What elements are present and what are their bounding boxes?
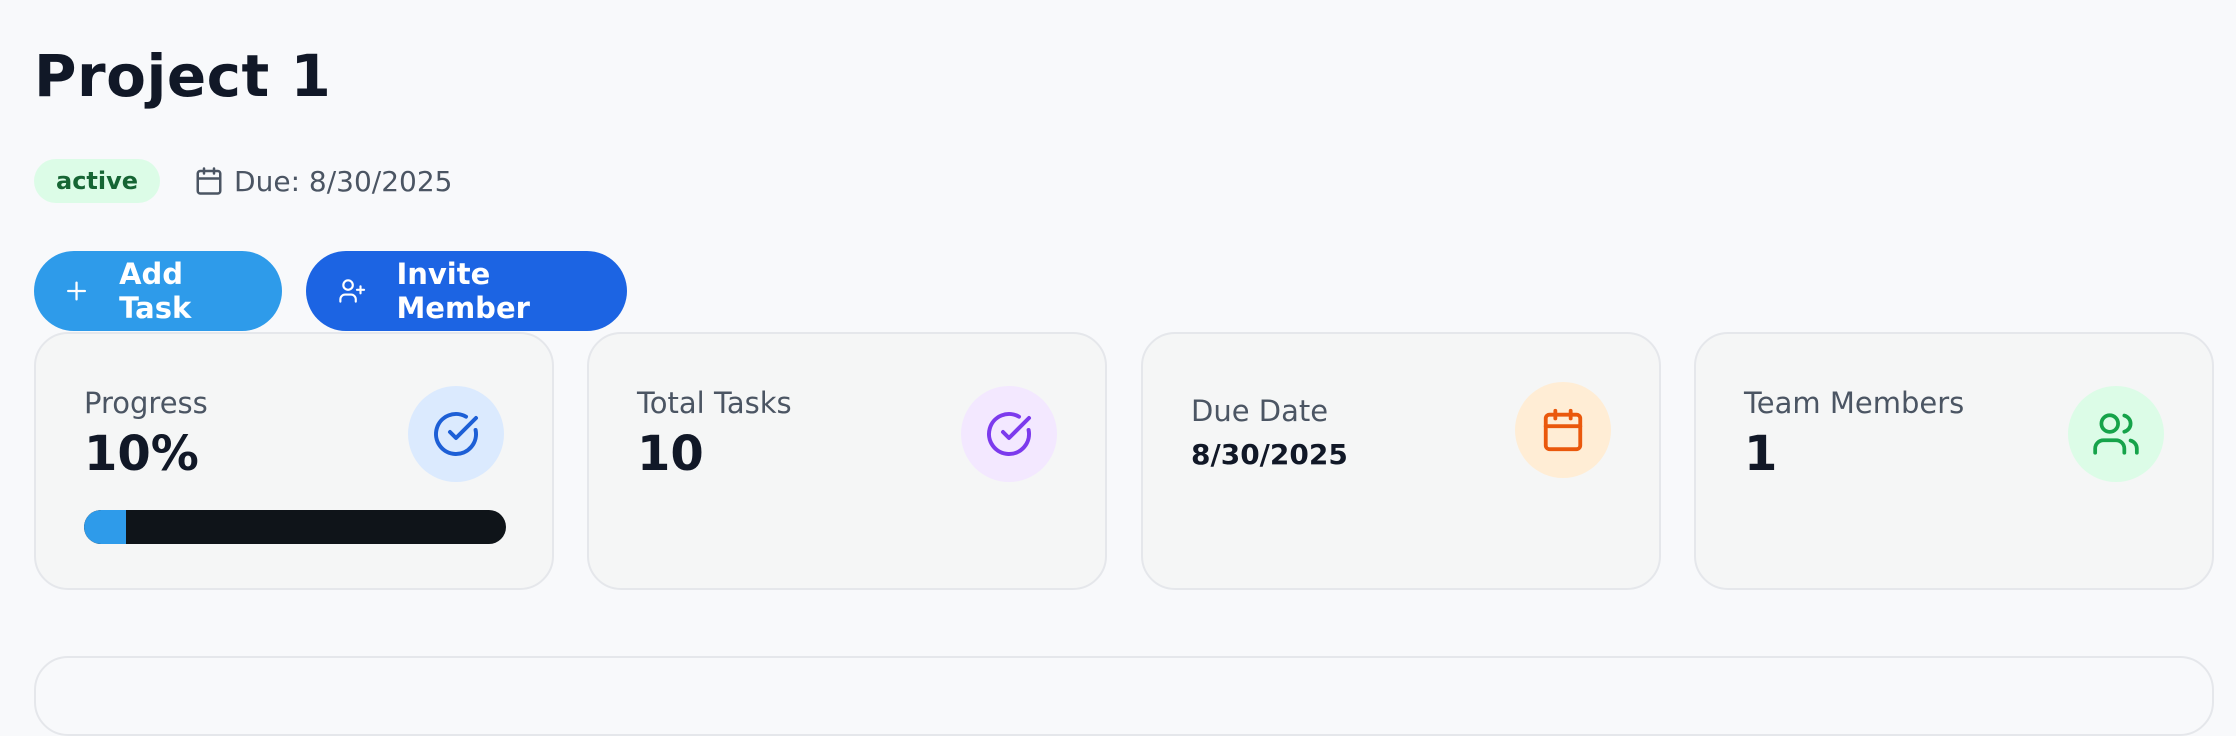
team-members-value: 1 xyxy=(1744,426,1778,482)
invite-member-label: Invite Member xyxy=(396,257,530,325)
page-title: Project 1 xyxy=(34,42,332,110)
due-date-icon-badge xyxy=(1515,382,1611,478)
total-tasks-value: 10 xyxy=(637,426,704,482)
status-badge: active xyxy=(34,159,161,203)
total-tasks-card: Total Tasks 10 xyxy=(587,332,1107,590)
due-date-label: Due Date xyxy=(1191,394,1329,428)
progress-bar xyxy=(84,510,506,544)
due-date-value: 8/30/2025 xyxy=(1191,438,1348,471)
due-date-text: Due: 8/30/2025 xyxy=(234,164,453,198)
team-members-icon-badge xyxy=(2068,386,2164,482)
project-meta: active Due: 8/30/2025 xyxy=(34,159,452,203)
tasks-panel xyxy=(34,656,2214,736)
check-circle-icon xyxy=(987,412,1031,456)
check-circle-icon xyxy=(434,412,478,456)
users-icon xyxy=(2093,413,2139,455)
due-date-info: Due: 8/30/2025 xyxy=(194,165,452,198)
progress-icon-badge xyxy=(408,386,504,482)
calendar-icon xyxy=(1543,408,1583,452)
action-bar: Add Task Invite Member xyxy=(34,251,627,331)
team-members-card: Team Members 1 xyxy=(1694,332,2214,590)
user-plus-icon xyxy=(339,279,366,303)
team-members-label: Team Members xyxy=(1744,386,1965,420)
progress-bar-fill xyxy=(84,510,127,544)
add-task-label: Add Task xyxy=(119,257,192,325)
add-task-button[interactable]: Add Task xyxy=(34,251,282,331)
progress-label: Progress xyxy=(84,386,208,420)
total-tasks-icon-badge xyxy=(961,386,1057,482)
calendar-icon xyxy=(196,167,222,195)
progress-card: Progress 10% xyxy=(34,332,554,590)
due-date-card: Due Date 8/30/2025 xyxy=(1141,332,1661,590)
plus-icon xyxy=(67,281,87,301)
invite-member-button[interactable]: Invite Member xyxy=(306,251,627,331)
progress-value: 10% xyxy=(84,426,199,482)
total-tasks-label: Total Tasks xyxy=(637,386,792,420)
